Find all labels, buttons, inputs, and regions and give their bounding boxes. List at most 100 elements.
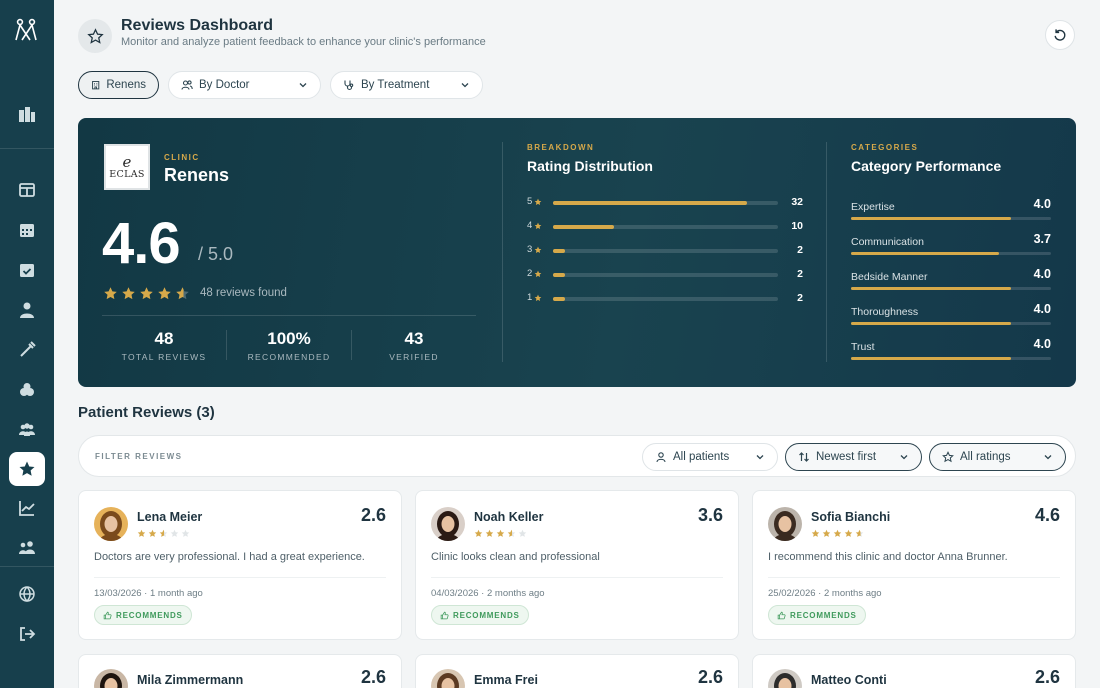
logout-icon	[20, 627, 36, 641]
sidebar-item-patients[interactable]	[13, 416, 41, 444]
clinic-filter-label: Renens	[106, 79, 146, 91]
star-icon	[534, 246, 542, 253]
sidebar-item-products[interactable]	[13, 376, 41, 404]
review-date: 13/03/2026 · 1 month ago	[94, 588, 203, 599]
review-card[interactable]: Lena Meier 2.6 Doctors are very profession…	[78, 490, 402, 640]
syringe-icon	[20, 341, 36, 357]
review-text: Doctors are very professional. I had a g…	[94, 551, 365, 563]
category-bar-track	[851, 357, 1051, 360]
reviewer-name: Matteo Conti	[811, 673, 887, 687]
review-card[interactable]: Mila Zimmermann 2.6	[78, 654, 402, 688]
review-divider	[94, 577, 386, 578]
stat-total-reviews: 48 TOTAL REVIEWS	[102, 329, 226, 362]
review-card[interactable]: Emma Frei 2.6	[415, 654, 739, 688]
sort-icon	[799, 452, 809, 462]
star-icon	[474, 529, 483, 537]
category-score: 4.0	[1033, 197, 1051, 211]
calendar-check-icon	[20, 264, 34, 277]
sort-select[interactable]: Newest first	[785, 443, 922, 471]
sidebar-item-dashboard[interactable]	[13, 176, 41, 204]
distribution-star-value: 5	[527, 196, 533, 207]
review-date-value: 04/03/2026	[431, 588, 479, 599]
star-icon	[137, 529, 146, 537]
distribution-row: 22	[527, 268, 807, 282]
stat-value: 100%	[267, 329, 311, 348]
distribution-star-label: 4	[527, 220, 542, 231]
review-filter-bar: FILTER REVIEWS All patients Newest first…	[78, 435, 1076, 477]
sidebar-item-team[interactable]	[13, 534, 41, 562]
patients-select[interactable]: All patients	[642, 443, 778, 471]
clinic-logo-mark: e	[122, 152, 132, 171]
clinic-filter-chip[interactable]: Renens	[78, 71, 159, 99]
stat-verified: 43 VERIFIED	[352, 329, 476, 362]
category-bar-track	[851, 322, 1051, 325]
distribution-star-label: 2	[527, 268, 542, 279]
sidebar-item-doctors[interactable]	[13, 296, 41, 324]
pills-icon	[20, 383, 34, 396]
review-text: I recommend this clinic and doctor Anna …	[768, 551, 1008, 563]
review-stars	[474, 529, 527, 538]
review-card[interactable]: Matteo Conti 2.6	[752, 654, 1076, 688]
section-divider	[502, 142, 503, 362]
chevron-down-icon	[1044, 455, 1052, 460]
star-icon	[534, 294, 542, 301]
stat-recommended: 100% RECOMMENDED	[227, 329, 351, 362]
recommends-badge: RECOMMENDS	[431, 605, 529, 625]
distribution-bar	[553, 273, 566, 277]
category-name: Thoroughness	[851, 306, 919, 318]
refresh-button[interactable]	[1045, 20, 1075, 50]
thumbs-up-icon	[777, 611, 786, 619]
sidebar-item-reviews[interactable]	[9, 452, 45, 486]
reviews-found-count: 48 reviews found	[200, 287, 287, 299]
review-score: 4.6	[1034, 505, 1060, 525]
thumbs-up-icon	[440, 611, 449, 619]
distribution-row: 12	[527, 292, 807, 306]
clinic-label: CLINIC	[164, 153, 200, 162]
overall-stars	[103, 286, 190, 301]
review-divider	[431, 577, 723, 578]
review-card[interactable]: Sofia Bianchi 4.6 I recommend this clinic …	[752, 490, 1076, 640]
sidebar-item-logout[interactable]	[13, 620, 41, 648]
star-icon	[159, 529, 168, 537]
chevron-down-icon	[756, 455, 764, 460]
reviewer-name: Noah Keller	[474, 510, 544, 524]
stat-label: VERIFIED	[389, 352, 439, 362]
distribution-star-value: 2	[527, 268, 533, 279]
recommends-badge: RECOMMENDS	[94, 605, 192, 625]
avatar	[768, 669, 802, 688]
recommends-badge-label: RECOMMENDS	[116, 610, 183, 620]
sidebar-item-calendar[interactable]	[13, 216, 41, 244]
stat-label: RECOMMENDED	[247, 352, 331, 362]
chevron-down-icon	[900, 455, 908, 460]
distribution-star-value: 1	[527, 292, 533, 303]
sidebar-item-language[interactable]	[13, 580, 41, 608]
page-title: Reviews Dashboard	[121, 17, 274, 34]
sidebar-item-analytics[interactable]	[13, 494, 41, 522]
categories-title: Category Performance	[851, 158, 1002, 174]
users-icon	[19, 423, 35, 436]
category-score: 4.0	[1033, 267, 1051, 281]
distribution-bar	[553, 297, 566, 301]
star-icon	[19, 461, 35, 476]
review-date: 04/03/2026 · 2 months ago	[431, 588, 545, 599]
star-icon	[148, 529, 157, 537]
review-date-value: 13/03/2026	[94, 588, 142, 599]
treatment-filter-select[interactable]: By Treatment	[330, 71, 483, 99]
review-card[interactable]: Noah Keller 3.6 Clinic looks clean and pro…	[415, 490, 739, 640]
doctor-filter-select[interactable]: By Doctor	[168, 71, 321, 99]
sidebar-item-clinics[interactable]	[13, 100, 41, 128]
sidebar-item-treatments[interactable]	[13, 336, 41, 364]
sidebar-item-appointments[interactable]	[13, 256, 41, 284]
distribution-star-label: 5	[527, 196, 542, 207]
stat-value: 43	[404, 329, 424, 348]
star-icon	[833, 529, 842, 537]
logo-icon[interactable]	[12, 16, 40, 44]
review-text: Clinic looks clean and professional	[431, 551, 600, 563]
category-bar-track	[851, 217, 1051, 220]
ratings-select[interactable]: All ratings	[929, 443, 1066, 471]
clinic-summary-panel: e ECLAS CLINIC Renens 4.6 / 5.0 48 revie…	[78, 118, 1076, 387]
clinic-logo-text: ECLAS	[109, 168, 145, 180]
review-relative-time: 1 month ago	[150, 588, 203, 599]
chevron-down-icon	[461, 83, 469, 88]
review-relative-time: 2 months ago	[487, 588, 545, 599]
